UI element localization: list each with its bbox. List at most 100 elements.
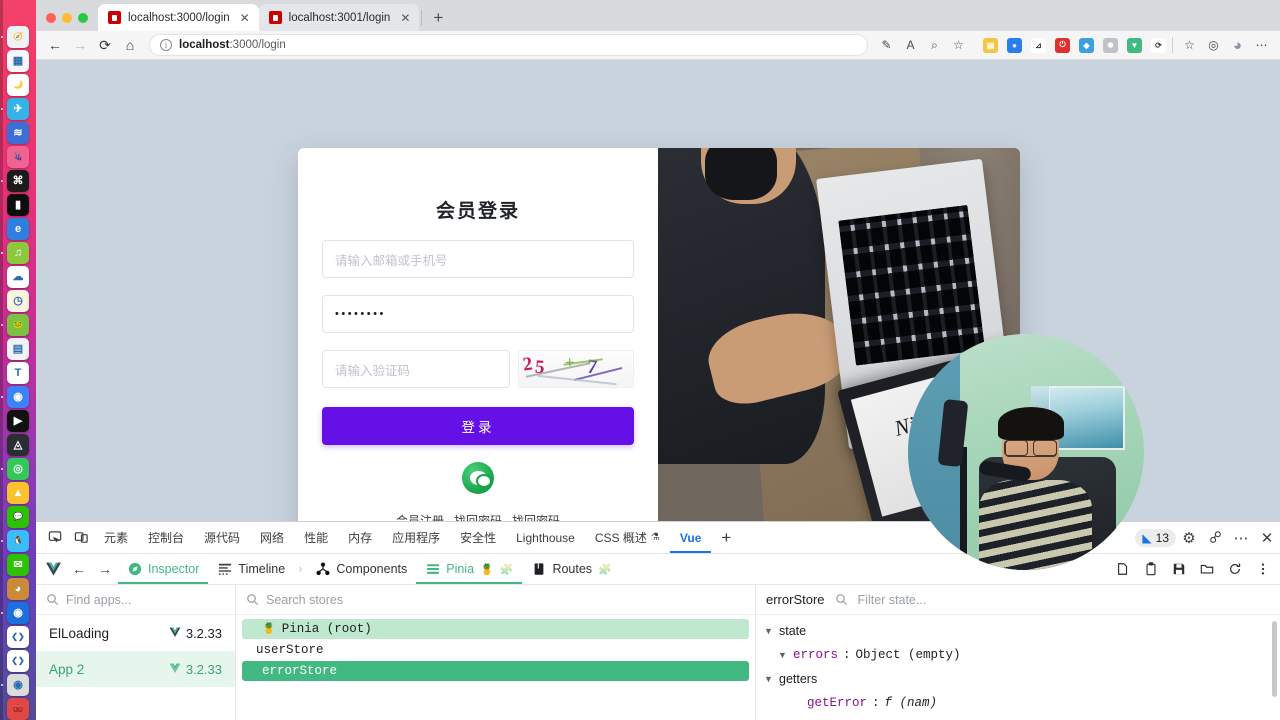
maximize-window-button[interactable]: [78, 13, 88, 23]
wechat-login-icon[interactable]: [462, 462, 494, 494]
devtools-tab-1[interactable]: 控制台: [138, 522, 194, 553]
save-icon[interactable]: [1166, 556, 1192, 582]
browser-essentials-icon[interactable]: ◎: [1203, 35, 1224, 56]
forward-button[interactable]: →: [69, 34, 91, 56]
state-tree-row[interactable]: ▼ state: [764, 619, 1280, 643]
inspect-element-icon[interactable]: [42, 525, 68, 551]
read-aloud-icon[interactable]: A: [900, 35, 921, 56]
store-list-item[interactable]: errorStore: [242, 661, 749, 681]
captcha-input[interactable]: 请输入验证码: [322, 350, 510, 388]
devtools-tab-5[interactable]: 内存: [338, 522, 382, 553]
browser-tab-0[interactable]: localhost:3000/login ✕: [98, 4, 259, 31]
profile-avatar-icon[interactable]: ◕: [1227, 35, 1248, 56]
captcha-image[interactable]: 25+7: [518, 350, 634, 388]
browser-tab-1[interactable]: localhost:3001/login ✕: [258, 4, 420, 31]
collections-icon[interactable]: ☆: [1179, 35, 1200, 56]
state-tree-row[interactable]: ▼ getters: [764, 667, 1280, 691]
find-apps-input[interactable]: Find apps...: [36, 585, 235, 615]
dock-icon-terminal[interactable]: ▮: [7, 194, 29, 216]
add-favorite-icon[interactable]: ☆: [948, 35, 969, 56]
dock-icon-launchpad[interactable]: ▦: [7, 50, 29, 72]
dock-icon-wechat[interactable]: 💬: [7, 506, 29, 528]
dock-icon-vscode[interactable]: ❮❯: [7, 626, 29, 648]
devtools-tab-3[interactable]: 网络: [250, 522, 294, 553]
store-list-item[interactable]: 🍍 Pinia (root): [242, 619, 749, 639]
register-link[interactable]: 会员注册: [396, 512, 444, 521]
extension-blue-circle[interactable]: ●: [1007, 37, 1022, 53]
site-info-icon[interactable]: i: [160, 39, 172, 51]
vue-tab-timeline[interactable]: Timeline: [208, 554, 294, 584]
dock-icon-tencent-meeting[interactable]: ◉: [7, 386, 29, 408]
reload-button[interactable]: ⟳: [94, 34, 116, 56]
refresh-icon[interactable]: [1222, 556, 1248, 582]
back-button[interactable]: ←: [44, 34, 66, 56]
extension-vue-devtools[interactable]: ▼: [1127, 37, 1142, 53]
zoom-icon[interactable]: ⌕: [924, 35, 945, 56]
vue-tab-inspector[interactable]: Inspector: [118, 554, 208, 584]
twisty-icon[interactable]: ▼: [764, 626, 774, 636]
filter-state-input[interactable]: Filter state...: [858, 593, 927, 607]
dock-icon-typora[interactable]: T: [7, 362, 29, 384]
app-list-item[interactable]: App 2 3.2.33: [36, 651, 235, 687]
tab-close-icon[interactable]: ✕: [237, 10, 253, 26]
dock-icon-cloud-sync[interactable]: ☁: [7, 266, 29, 288]
warning-count-badge[interactable]: ◣ 13: [1135, 528, 1176, 547]
dock-icon-video-player[interactable]: ▶: [7, 410, 29, 432]
dock-icon-moonlight[interactable]: 🌙: [7, 74, 29, 96]
vue-tab-routes[interactable]: Routes 🧩: [522, 554, 620, 584]
dock-icon-toolbox[interactable]: 🧰: [7, 698, 29, 720]
login-submit-button[interactable]: 登录: [322, 407, 634, 445]
extension-notes[interactable]: ▤: [983, 37, 998, 53]
dock-icon-edge-dev[interactable]: e: [7, 218, 29, 240]
extension-red-power[interactable]: ⏻: [1055, 37, 1070, 53]
dock-icon-clock[interactable]: ◷: [7, 290, 29, 312]
dock-icon-database[interactable]: ▤: [7, 338, 29, 360]
folder-open-icon[interactable]: [1194, 556, 1220, 582]
devtools-tab-7[interactable]: 安全性: [450, 522, 506, 553]
extension-blue-bird[interactable]: ◆: [1079, 37, 1094, 53]
dock-icon-party[interactable]: 🍇: [7, 146, 29, 168]
home-button[interactable]: ⌂: [119, 34, 141, 56]
extension-screenshot[interactable]: ⊿: [1031, 37, 1046, 53]
close-window-button[interactable]: [46, 13, 56, 23]
dock-icon-wechat-work[interactable]: ✉: [7, 554, 29, 576]
devtools-tab-4[interactable]: 性能: [294, 522, 338, 553]
dock-icon-shuttle[interactable]: ≋: [7, 122, 29, 144]
devtools-tab-10[interactable]: Vue: [670, 522, 712, 553]
vue-tab-pinia[interactable]: Pinia 🍍 🧩: [416, 554, 522, 584]
more-options-icon[interactable]: ⋯: [1228, 525, 1254, 551]
devtools-tab-8[interactable]: Lighthouse: [506, 522, 585, 553]
settings-gear-icon[interactable]: ⚙: [1176, 525, 1202, 551]
dock-icon-safari[interactable]: 🧭: [7, 26, 29, 48]
extension-globe-gray[interactable]: ✾: [1103, 37, 1118, 53]
highlight-pen-icon[interactable]: ✎: [876, 35, 897, 56]
settings-more-icon[interactable]: ⋯: [1251, 35, 1272, 56]
devtools-tab-2[interactable]: 源代码: [194, 522, 250, 553]
dock-icon-vscode-insiders[interactable]: ❮❯: [7, 650, 29, 672]
device-toolbar-icon[interactable]: [68, 525, 94, 551]
devtools-tab-9[interactable]: CSS 概述 ⚗: [585, 522, 670, 553]
clipboard-icon[interactable]: [1138, 556, 1164, 582]
vue-tab-components[interactable]: Components: [306, 554, 416, 584]
dock-icon-telegram[interactable]: ✈: [7, 98, 29, 120]
dock-icon-postman[interactable]: ◎: [7, 458, 29, 480]
dock-icon-location-app[interactable]: ◉: [7, 602, 29, 624]
tab-close-icon[interactable]: ✕: [397, 10, 413, 26]
password-input[interactable]: ••••••••: [322, 295, 634, 333]
forgot-password-link[interactable]: 找回密码: [454, 512, 502, 521]
vertical-more-icon[interactable]: [1250, 556, 1276, 582]
dock-icon-google-drive[interactable]: ▲: [7, 482, 29, 504]
dock-icon-qq[interactable]: 🐧: [7, 530, 29, 552]
new-tab-button[interactable]: +: [424, 4, 452, 31]
state-tree-row[interactable]: getError: f (nam): [764, 691, 1280, 715]
minimize-window-button[interactable]: [62, 13, 72, 23]
detail-scrollbar[interactable]: [1272, 621, 1277, 697]
vue-back-button[interactable]: ←: [66, 556, 92, 582]
twisty-icon[interactable]: ▼: [764, 674, 774, 684]
dock-icon-android-studio[interactable]: ◬: [7, 434, 29, 456]
dock-icon-keyboard-tool[interactable]: ⌘: [7, 170, 29, 192]
extension-refresh[interactable]: ⟳: [1151, 37, 1166, 53]
dock-icon-frog-app[interactable]: 🐸: [7, 314, 29, 336]
dock-icon-honey-app[interactable]: ◕: [7, 578, 29, 600]
devtools-tab-6[interactable]: 应用程序: [382, 522, 450, 553]
